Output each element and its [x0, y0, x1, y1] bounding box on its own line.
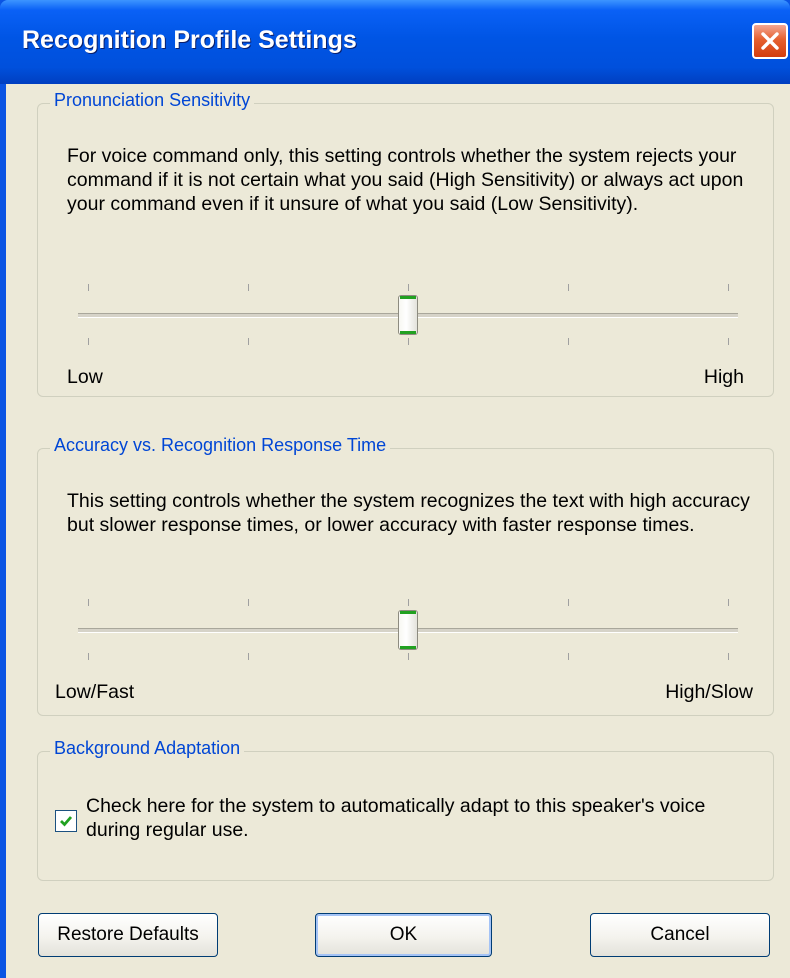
slider-thumb[interactable]: [398, 610, 418, 650]
accuracy-response-time-group: Accuracy vs. Recognition Response Time T…: [37, 435, 774, 716]
cancel-button[interactable]: Cancel: [590, 913, 770, 957]
slider-tick: [88, 284, 89, 291]
close-icon: [761, 32, 779, 50]
slider-tick: [248, 653, 249, 660]
pronunciation-sensitivity-legend: Pronunciation Sensitivity: [50, 90, 255, 111]
slider-tick: [408, 338, 409, 345]
pronunciation-sensitivity-group: Pronunciation Sensitivity For voice comm…: [37, 90, 774, 397]
pronunciation-description: For voice command only, this setting con…: [67, 145, 744, 215]
title-bar[interactable]: Recognition Profile Settings: [0, 0, 790, 84]
slider-tick: [568, 338, 569, 345]
slider-tick: [568, 284, 569, 291]
slider-tick: [728, 338, 729, 345]
slider-min-label: Low/Fast: [55, 681, 135, 703]
slider-tick: [408, 599, 409, 606]
slider-max-label: High/Slow: [665, 681, 753, 703]
slider-tick: [408, 653, 409, 660]
slider-tick: [88, 338, 89, 345]
ok-button[interactable]: OK: [315, 913, 492, 957]
slider-tick: [568, 599, 569, 606]
slider-max-label: High: [703, 366, 744, 388]
slider-tick: [88, 653, 89, 660]
slider-tick: [88, 599, 89, 606]
accuracy-description: This setting controls whether the system…: [67, 490, 750, 536]
slider-tick: [248, 284, 249, 291]
slider-tick: [408, 284, 409, 291]
dialog-window: Recognition Profile Settings Pronunciati…: [0, 0, 790, 978]
slider-tick: [248, 338, 249, 345]
slider-tick: [248, 599, 249, 606]
background-adaptation-label[interactable]: Check here for the system to automatical…: [86, 794, 736, 842]
restore-defaults-button[interactable]: Restore Defaults: [38, 913, 218, 957]
background-adaptation-checkbox[interactable]: [55, 810, 77, 832]
slider-tick: [728, 653, 729, 660]
slider-tick: [728, 284, 729, 291]
dialog-body: Pronunciation Sensitivity For voice comm…: [6, 84, 790, 978]
pronunciation-sensitivity-slider[interactable]: [78, 284, 790, 384]
slider-tick: [568, 653, 569, 660]
window-title: Recognition Profile Settings: [22, 26, 357, 54]
background-adaptation-group: Background Adaptation Check here for the…: [37, 738, 774, 881]
accuracy-response-time-legend: Accuracy vs. Recognition Response Time: [50, 435, 391, 456]
checkmark-icon: [60, 816, 73, 827]
background-adaptation-legend: Background Adaptation: [50, 738, 245, 759]
slider-min-label: Low: [67, 366, 103, 388]
slider-tick: [728, 599, 729, 606]
slider-thumb[interactable]: [398, 295, 418, 335]
close-button[interactable]: [752, 23, 788, 59]
